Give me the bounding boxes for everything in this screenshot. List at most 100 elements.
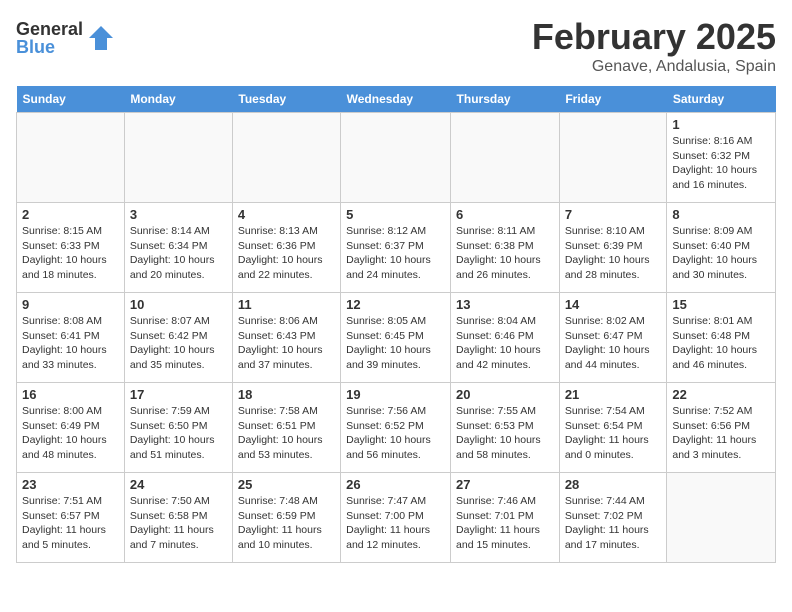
logo-text: General Blue bbox=[16, 20, 83, 56]
calendar-cell: 2 Sunrise: 8:15 AM Sunset: 6:33 PM Daylig… bbox=[17, 203, 125, 293]
day-info: Sunrise: 7:50 AM Sunset: 6:58 PM Dayligh… bbox=[130, 494, 227, 553]
day-info: Sunrise: 7:44 AM Sunset: 7:02 PM Dayligh… bbox=[565, 494, 662, 553]
calendar-cell: 20 Sunrise: 7:55 AM Sunset: 6:53 PM Dayli… bbox=[451, 383, 560, 473]
day-number: 5 bbox=[346, 207, 445, 222]
day-number: 28 bbox=[565, 477, 662, 492]
day-info: Sunrise: 7:48 AM Sunset: 6:59 PM Dayligh… bbox=[238, 494, 335, 553]
day-number: 27 bbox=[456, 477, 554, 492]
calendar-cell bbox=[17, 113, 125, 203]
calendar-cell bbox=[559, 113, 667, 203]
calendar-cell: 15Sunrise: 8:01 AM Sunset: 6:48 PM Dayli… bbox=[667, 293, 776, 383]
day-number: 12 bbox=[346, 297, 445, 312]
location-title: Genave, Andalusia, Spain bbox=[532, 58, 776, 76]
day-info: Sunrise: 7:55 AM Sunset: 6:53 PM Dayligh… bbox=[456, 404, 554, 463]
day-info: Sunrise: 8:16 AM Sunset: 6:32 PM Dayligh… bbox=[672, 134, 770, 193]
day-number: 20 bbox=[456, 387, 554, 402]
day-info: Sunrise: 8:08 AM Sunset: 6:41 PM Dayligh… bbox=[22, 314, 119, 373]
day-number: 14 bbox=[565, 297, 662, 312]
day-number: 3 bbox=[130, 207, 227, 222]
calendar-cell bbox=[232, 113, 340, 203]
day-number: 6 bbox=[456, 207, 554, 222]
calendar-cell: 16 Sunrise: 8:00 AM Sunset: 6:49 PM Dayli… bbox=[17, 383, 125, 473]
day-number: 22 bbox=[672, 387, 770, 402]
calendar-cell: 9 Sunrise: 8:08 AM Sunset: 6:41 PM Daylig… bbox=[17, 293, 125, 383]
day-number: 16 bbox=[22, 387, 119, 402]
calendar-cell: 19Sunrise: 7:56 AM Sunset: 6:52 PM Dayli… bbox=[341, 383, 451, 473]
day-number: 17 bbox=[130, 387, 227, 402]
day-info: Sunrise: 8:00 AM Sunset: 6:49 PM Dayligh… bbox=[22, 404, 119, 463]
day-info: Sunrise: 7:46 AM Sunset: 7:01 PM Dayligh… bbox=[456, 494, 554, 553]
day-info: Sunrise: 8:06 AM Sunset: 6:43 PM Dayligh… bbox=[238, 314, 335, 373]
day-number: 26 bbox=[346, 477, 445, 492]
calendar-header-monday: Monday bbox=[124, 86, 232, 113]
day-info: Sunrise: 8:07 AM Sunset: 6:42 PM Dayligh… bbox=[130, 314, 227, 373]
calendar-cell: 24 Sunrise: 7:50 AM Sunset: 6:58 PM Dayli… bbox=[124, 473, 232, 563]
calendar-cell: 22 Sunrise: 7:52 AM Sunset: 6:56 PM Dayli… bbox=[667, 383, 776, 473]
day-info: Sunrise: 8:12 AM Sunset: 6:37 PM Dayligh… bbox=[346, 224, 445, 283]
logo: General Blue bbox=[16, 20, 115, 56]
day-info: Sunrise: 8:10 AM Sunset: 6:39 PM Dayligh… bbox=[565, 224, 662, 283]
logo-blue: Blue bbox=[16, 38, 83, 56]
calendar-cell: 10Sunrise: 8:07 AM Sunset: 6:42 PM Dayli… bbox=[124, 293, 232, 383]
calendar-cell: 13Sunrise: 8:04 AM Sunset: 6:46 PM Dayli… bbox=[451, 293, 560, 383]
day-info: Sunrise: 7:54 AM Sunset: 6:54 PM Dayligh… bbox=[565, 404, 662, 463]
day-info: Sunrise: 8:11 AM Sunset: 6:38 PM Dayligh… bbox=[456, 224, 554, 283]
calendar-cell bbox=[341, 113, 451, 203]
calendar-week-5: 23 Sunrise: 7:51 AM Sunset: 6:57 PM Dayli… bbox=[17, 473, 776, 563]
day-info: Sunrise: 7:51 AM Sunset: 6:57 PM Dayligh… bbox=[22, 494, 119, 553]
day-number: 4 bbox=[238, 207, 335, 222]
calendar-cell: 17 Sunrise: 7:59 AM Sunset: 6:50 PM Dayli… bbox=[124, 383, 232, 473]
calendar-cell: 1 Sunrise: 8:16 AM Sunset: 6:32 PM Daylig… bbox=[667, 113, 776, 203]
calendar-cell: 12 Sunrise: 8:05 AM Sunset: 6:45 PM Dayli… bbox=[341, 293, 451, 383]
day-info: Sunrise: 8:09 AM Sunset: 6:40 PM Dayligh… bbox=[672, 224, 770, 283]
calendar-cell: 18 Sunrise: 7:58 AM Sunset: 6:51 PM Dayli… bbox=[232, 383, 340, 473]
calendar-cell: 28 Sunrise: 7:44 AM Sunset: 7:02 PM Dayli… bbox=[559, 473, 667, 563]
calendar-cell: 6 Sunrise: 8:11 AM Sunset: 6:38 PM Daylig… bbox=[451, 203, 560, 293]
logo-general: General bbox=[16, 20, 83, 38]
calendar-cell bbox=[667, 473, 776, 563]
calendar-header-thursday: Thursday bbox=[451, 86, 560, 113]
logo-icon bbox=[87, 24, 115, 52]
calendar-cell: 21 Sunrise: 7:54 AM Sunset: 6:54 PM Dayli… bbox=[559, 383, 667, 473]
day-info: Sunrise: 8:13 AM Sunset: 6:36 PM Dayligh… bbox=[238, 224, 335, 283]
month-title: February 2025 bbox=[532, 16, 776, 58]
day-number: 21 bbox=[565, 387, 662, 402]
day-number: 2 bbox=[22, 207, 119, 222]
calendar-cell: 3Sunrise: 8:14 AM Sunset: 6:34 PM Daylig… bbox=[124, 203, 232, 293]
calendar-header-sunday: Sunday bbox=[17, 86, 125, 113]
day-number: 18 bbox=[238, 387, 335, 402]
day-number: 1 bbox=[672, 117, 770, 132]
calendar-cell: 4 Sunrise: 8:13 AM Sunset: 6:36 PM Daylig… bbox=[232, 203, 340, 293]
calendar-cell: 27 Sunrise: 7:46 AM Sunset: 7:01 PM Dayli… bbox=[451, 473, 560, 563]
day-number: 9 bbox=[22, 297, 119, 312]
header: General Blue February 2025 Genave, Andal… bbox=[16, 16, 776, 76]
day-number: 15 bbox=[672, 297, 770, 312]
day-info: Sunrise: 8:15 AM Sunset: 6:33 PM Dayligh… bbox=[22, 224, 119, 283]
day-number: 24 bbox=[130, 477, 227, 492]
day-number: 13 bbox=[456, 297, 554, 312]
day-number: 7 bbox=[565, 207, 662, 222]
title-area: February 2025 Genave, Andalusia, Spain bbox=[532, 16, 776, 76]
day-info: Sunrise: 8:05 AM Sunset: 6:45 PM Dayligh… bbox=[346, 314, 445, 373]
day-info: Sunrise: 7:52 AM Sunset: 6:56 PM Dayligh… bbox=[672, 404, 770, 463]
calendar-cell bbox=[124, 113, 232, 203]
day-number: 11 bbox=[238, 297, 335, 312]
calendar-cell bbox=[451, 113, 560, 203]
calendar-week-1: 1 Sunrise: 8:16 AM Sunset: 6:32 PM Daylig… bbox=[17, 113, 776, 203]
calendar-cell: 25Sunrise: 7:48 AM Sunset: 6:59 PM Dayli… bbox=[232, 473, 340, 563]
calendar-header-saturday: Saturday bbox=[667, 86, 776, 113]
calendar-cell: 8 Sunrise: 8:09 AM Sunset: 6:40 PM Daylig… bbox=[667, 203, 776, 293]
day-number: 19 bbox=[346, 387, 445, 402]
day-number: 23 bbox=[22, 477, 119, 492]
calendar-cell: 5 Sunrise: 8:12 AM Sunset: 6:37 PM Daylig… bbox=[341, 203, 451, 293]
calendar-header-friday: Friday bbox=[559, 86, 667, 113]
day-info: Sunrise: 7:47 AM Sunset: 7:00 PM Dayligh… bbox=[346, 494, 445, 553]
day-info: Sunrise: 8:02 AM Sunset: 6:47 PM Dayligh… bbox=[565, 314, 662, 373]
day-number: 8 bbox=[672, 207, 770, 222]
calendar-header-row: SundayMondayTuesdayWednesdayThursdayFrid… bbox=[17, 86, 776, 113]
day-info: Sunrise: 7:58 AM Sunset: 6:51 PM Dayligh… bbox=[238, 404, 335, 463]
calendar-cell: 26 Sunrise: 7:47 AM Sunset: 7:00 PM Dayli… bbox=[341, 473, 451, 563]
calendar-week-3: 9 Sunrise: 8:08 AM Sunset: 6:41 PM Daylig… bbox=[17, 293, 776, 383]
day-info: Sunrise: 7:59 AM Sunset: 6:50 PM Dayligh… bbox=[130, 404, 227, 463]
calendar-header-tuesday: Tuesday bbox=[232, 86, 340, 113]
